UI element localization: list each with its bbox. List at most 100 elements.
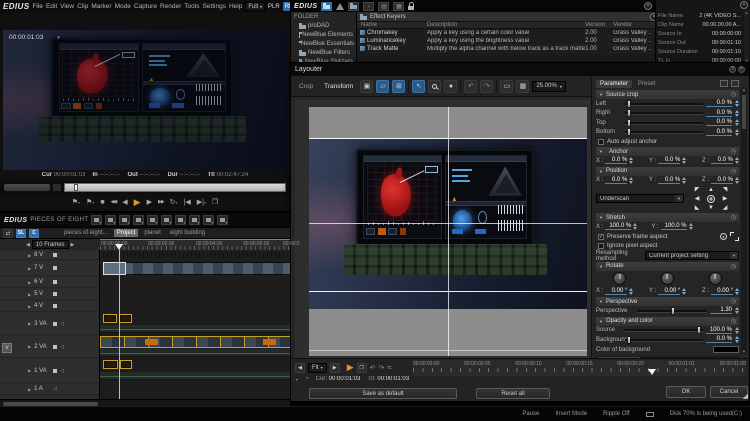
effect-row-track-matte[interactable]: Track Matte Multiply the alpha channel w… <box>357 45 662 53</box>
loop-button[interactable]: ❐ <box>356 362 367 373</box>
crop-left-slider[interactable] <box>625 99 703 108</box>
perspective-slider[interactable] <box>637 306 707 315</box>
section-stretch[interactable]: ▼ Stretch ◷ <box>596 213 739 222</box>
sequence-tab-eight-building[interactable]: eight building <box>167 229 208 237</box>
goto-in-button[interactable]: |◀ <box>184 198 191 206</box>
spinner-icon[interactable] <box>682 176 687 184</box>
playhead-line[interactable] <box>119 250 120 399</box>
menu-view[interactable]: View <box>60 3 74 10</box>
crop-bottom-slider[interactable] <box>625 128 703 137</box>
c-mode-toggle[interactable]: C <box>29 228 39 238</box>
spinner-icon[interactable] <box>633 223 638 231</box>
lane-3va[interactable] <box>100 313 290 335</box>
track-header-3va[interactable]: ▶ 3 VA ◁ <box>0 313 99 335</box>
rotate-z-dial[interactable] <box>708 272 722 285</box>
shuttle-control[interactable] <box>4 184 50 191</box>
safe-area-icon[interactable]: ▭ <box>500 79 514 93</box>
auto-adjust-checkbox[interactable] <box>598 138 604 145</box>
scrollbar[interactable]: ▲ ▼ <box>741 87 747 354</box>
lane-2va[interactable] <box>100 336 290 358</box>
track-header-4v[interactable]: ▶ 4 V <box>0 301 99 312</box>
preview-video-area[interactable]: 00:00:01:03 ▾ <box>3 30 287 170</box>
status-insert-mode[interactable]: Insert Mode <box>555 411 587 417</box>
undo-icon[interactable]: ↶ <box>370 364 376 372</box>
track-header-1va[interactable]: ▶ 1 VA ◁ <box>0 359 99 383</box>
lane-8v[interactable] <box>100 251 290 260</box>
clip-sequence[interactable] <box>100 336 290 348</box>
reset-all-button[interactable]: Reset all <box>476 388 550 399</box>
save-icon[interactable] <box>105 215 117 225</box>
opacity-background-value[interactable]: 0.0 % <box>706 336 732 344</box>
export-icon[interactable] <box>203 215 215 225</box>
list-view-icon[interactable]: ▤ <box>378 1 390 11</box>
lane-1a[interactable] <box>100 384 290 395</box>
anchor-z-value[interactable]: 0.0 % <box>710 157 733 165</box>
opacity-source-value[interactable]: 100.0 % <box>706 327 732 334</box>
lock-icon[interactable] <box>408 2 415 10</box>
effect-row-luminancekey[interactable]: Luminancekey Apply a key using the brigh… <box>357 37 662 45</box>
tab-parameter[interactable]: Parameter <box>596 79 633 88</box>
lane-6v[interactable] <box>100 277 290 288</box>
position-x-value[interactable]: 0.0 % <box>605 177 628 184</box>
layouter-canvas[interactable] <box>295 99 593 359</box>
layout-mode-select[interactable]: Full ▾ <box>245 2 266 11</box>
section-rotate[interactable]: ▼ Rotate ◷ <box>596 261 739 271</box>
keyframe-icon[interactable]: ◷ <box>731 91 736 98</box>
close-icon[interactable]: × <box>644 2 652 10</box>
prev-frame-button[interactable]: ◀ <box>122 198 127 206</box>
zoom-tool-icon[interactable] <box>428 79 442 93</box>
goto-out-button[interactable]: ▶|▾ <box>197 198 206 206</box>
keyframe-icon[interactable]: ◷ <box>731 148 736 155</box>
scale-decrease-icon[interactable]: ◀ <box>26 242 30 248</box>
play-button[interactable]: ▶ <box>347 362 354 373</box>
tab-transform[interactable]: Transform <box>320 81 357 92</box>
mark-out-button[interactable]: ⚑▾ <box>86 198 94 206</box>
dpad-down[interactable]: ▼ <box>708 205 714 211</box>
mode-3d-icon[interactable]: ⊞ <box>392 79 406 93</box>
redo-icon[interactable]: ↷ <box>480 79 494 93</box>
dpad-right[interactable]: ▶ <box>723 195 728 202</box>
clip[interactable] <box>119 314 132 323</box>
anchor-x-value[interactable]: 0.0 % <box>605 157 628 165</box>
dpad-left[interactable]: ◀ <box>695 195 700 202</box>
title-clip[interactable] <box>103 252 290 258</box>
spinner-icon[interactable] <box>735 128 739 136</box>
grid-icon[interactable]: ▦ <box>516 79 530 93</box>
crop-right-value[interactable]: 0.0 % <box>706 110 732 117</box>
undo-icon[interactable] <box>217 215 229 225</box>
tab-crop[interactable]: Crop <box>295 81 317 92</box>
dpad-up-right[interactable]: ◥ <box>723 186 728 193</box>
position-track[interactable] <box>64 183 286 192</box>
tree-item-newblue-essentials[interactable]: NewBlue Essentials <box>291 39 356 48</box>
close-button[interactable]: × <box>738 66 745 73</box>
playhead-marker[interactable] <box>647 369 656 375</box>
redo-icon[interactable]: ↷ <box>378 364 384 372</box>
sequence-tab-project[interactable]: Project <box>113 229 139 237</box>
thumb-view-icon[interactable]: ▦ <box>393 1 405 11</box>
menu-edit[interactable]: Edit <box>46 3 57 10</box>
dpad-down-right[interactable]: ◢ <box>723 204 728 211</box>
stretch-x-value[interactable]: 100.0 % <box>605 223 632 231</box>
menu-capture[interactable]: Capture <box>134 3 157 10</box>
section-anchor[interactable]: ▼ Anchor ◷ <box>596 147 739 156</box>
spinner-icon[interactable] <box>688 223 693 231</box>
scale-increase-icon[interactable]: ▶ <box>71 242 75 248</box>
dpad-center[interactable] <box>707 194 715 203</box>
anchor-y-value[interactable]: 0.0 % <box>658 157 681 165</box>
menu-help[interactable]: Help <box>229 3 242 10</box>
next-frame-button[interactable]: ▶ <box>147 198 152 206</box>
underscan-select[interactable]: Underscan ▼ <box>596 194 684 203</box>
sync-lock-toggle[interactable]: SL <box>16 228 26 238</box>
spinner-icon[interactable] <box>735 109 739 117</box>
preview-scrub-bar[interactable] <box>0 181 290 194</box>
track-header-1a[interactable]: ▶ 1 A ◁ <box>0 384 99 395</box>
canvas-work-area[interactable] <box>309 107 587 356</box>
stop-button[interactable]: ■ <box>100 199 104 206</box>
video-clip-filmstrip[interactable] <box>103 262 290 275</box>
dpad-down-left[interactable]: ◣ <box>695 204 700 211</box>
section-perspective[interactable]: ▼ Perspective ◷ <box>596 297 739 306</box>
fit-select[interactable]: Fit ▾ <box>308 362 327 373</box>
clip[interactable] <box>120 360 132 369</box>
menu-tools[interactable]: Tools <box>184 3 199 10</box>
link-icon[interactable] <box>720 80 728 87</box>
